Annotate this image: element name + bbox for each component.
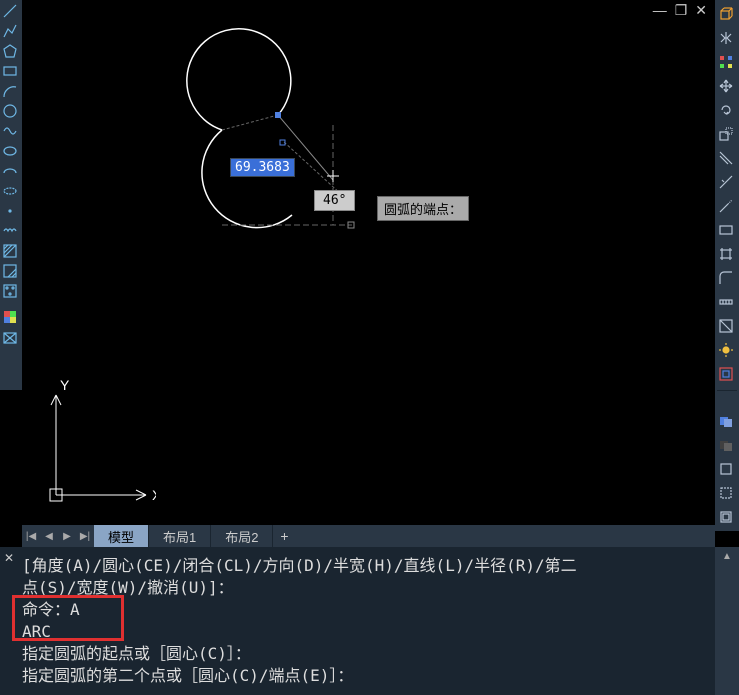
maximize-button[interactable]: ❐ — [675, 2, 688, 19]
trim-icon[interactable] — [715, 172, 737, 192]
arc-tool[interactable] — [0, 82, 20, 100]
line-tool[interactable] — [0, 2, 20, 20]
tab-add-button[interactable]: + — [273, 528, 295, 544]
cloud-tool[interactable] — [0, 182, 20, 200]
layer2-icon[interactable] — [715, 435, 737, 455]
break-icon[interactable] — [715, 220, 737, 240]
hatch2-tool[interactable] — [0, 262, 20, 280]
scroll-up-button[interactable]: ▲ — [715, 547, 739, 565]
move-icon[interactable] — [715, 76, 737, 96]
prompt-tooltip: 圆弧的端点： — [377, 196, 469, 221]
left-toolbar — [0, 0, 22, 390]
tab-last-button[interactable]: ▶| — [76, 526, 94, 546]
cmd-prompt-line: 指定圆弧的第二个点或［圆心(C)/端点(E)］： — [22, 665, 711, 687]
rotate-icon[interactable] — [715, 100, 737, 120]
distance-input[interactable]: 69.3683 — [230, 158, 295, 177]
close-button[interactable]: ✕ — [695, 2, 707, 19]
cmd-history-line: 命令：A — [22, 599, 711, 621]
mirror-icon[interactable] — [715, 28, 737, 48]
scale-icon[interactable] — [715, 124, 737, 144]
tab-first-button[interactable]: |◀ — [22, 526, 40, 546]
hatch-tool[interactable] — [0, 242, 20, 260]
cmd-history-line: ARC — [22, 621, 711, 643]
cmd-history-line: [角度(A)/圆心(CE)/闭合(CL)/方向(D)/半宽(H)/直线(L)/半… — [22, 555, 711, 577]
dash-icon[interactable] — [715, 483, 737, 503]
tab-prev-button[interactable]: ◀ — [40, 526, 58, 546]
measure-icon[interactable] — [715, 292, 737, 312]
ellipse-tool[interactable] — [0, 142, 20, 160]
ellipse-arc-tool[interactable] — [0, 162, 20, 180]
tabs-bar: |◀ ◀ ▶ ▶| 模型 布局1 布局2 + — [22, 525, 715, 547]
box-icon[interactable] — [715, 459, 737, 479]
sun-icon[interactable] — [715, 340, 737, 360]
tab-layout2[interactable]: 布局2 — [211, 525, 273, 547]
drawing-canvas[interactable]: — ❐ ✕ 69.3683 46° 圆弧的端点： Y X — [22, 0, 715, 525]
svg-text:X: X — [152, 487, 156, 503]
svg-text:Y: Y — [60, 380, 70, 393]
origin-tool[interactable] — [0, 328, 20, 346]
edit-icon[interactable] — [715, 316, 737, 336]
right-toolbar — [715, 0, 739, 531]
window-controls: — ❐ ✕ — [653, 2, 707, 19]
tab-layout1[interactable]: 布局1 — [149, 525, 211, 547]
stretch-icon[interactable] — [715, 148, 737, 168]
group-icon[interactable] — [715, 364, 737, 384]
cmd-history-line: 点(S)/宽度(W)/撤消(U)]： — [22, 577, 711, 599]
tab-next-button[interactable]: ▶ — [58, 526, 76, 546]
layer1-icon[interactable] — [715, 411, 737, 431]
polyline-tool[interactable] — [0, 22, 20, 40]
color-tool[interactable] — [0, 308, 20, 326]
circle-tool[interactable] — [0, 102, 20, 120]
box2-icon[interactable] — [715, 507, 737, 527]
ucs-icon: Y X — [36, 380, 156, 515]
fillet-icon[interactable] — [715, 268, 737, 288]
fence-icon[interactable] — [715, 244, 737, 264]
angle-display: 46° — [314, 190, 355, 211]
minimize-button[interactable]: — — [653, 2, 667, 19]
revcloud-tool[interactable] — [0, 222, 20, 240]
command-scrollbar: ▲ — [715, 547, 739, 695]
array-icon[interactable] — [715, 52, 737, 72]
command-close-button[interactable]: ✕ — [4, 551, 14, 565]
extend-icon[interactable] — [715, 196, 737, 216]
point-tool[interactable] — [0, 202, 20, 220]
polygon-tool[interactable] — [0, 42, 20, 60]
command-area[interactable]: ✕ [角度(A)/圆心(CE)/闭合(CL)/方向(D)/半宽(H)/直线(L)… — [0, 547, 715, 695]
spline-tool[interactable] — [0, 122, 20, 140]
cube-icon[interactable] — [715, 4, 737, 24]
cmd-history-line: 指定圆弧的起点或［圆心(C)］： — [22, 643, 711, 665]
rect-tool[interactable] — [0, 62, 20, 80]
tab-model[interactable]: 模型 — [94, 525, 149, 547]
gradient-tool[interactable] — [0, 282, 20, 300]
